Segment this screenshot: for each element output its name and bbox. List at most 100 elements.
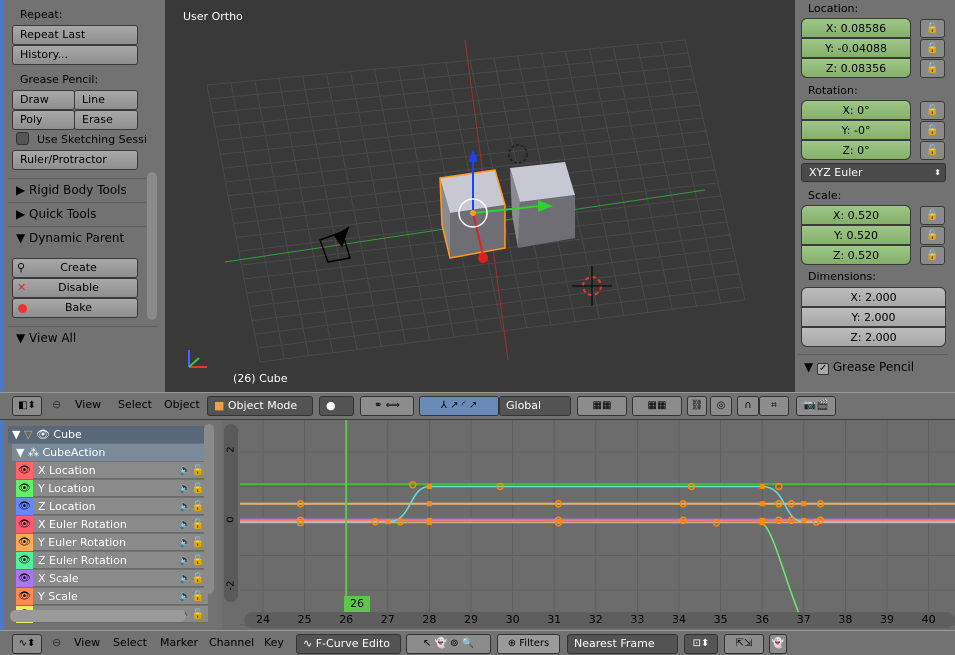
keyframe[interactable] [759, 484, 765, 489]
editor-type-3d-button[interactable]: ◧⬍ [12, 396, 42, 416]
checkbox-checked[interactable]: ✓ [817, 363, 830, 375]
keyframe[interactable] [759, 501, 765, 507]
eye-icon[interactable]: 👁 [16, 480, 33, 497]
layers-grid-2[interactable]: ▦▦ [632, 396, 682, 416]
scale-z-field[interactable]: Z: 0.520 [801, 245, 911, 265]
filters-button[interactable]: ⊕ Filters [497, 634, 560, 654]
menu-view[interactable]: View [74, 636, 100, 649]
erase-button[interactable]: Erase [74, 110, 138, 130]
3d-cursor-icon[interactable] [572, 266, 612, 306]
lock-layers-icon[interactable]: ⛓ [687, 396, 707, 416]
location-y-field[interactable]: Y: -0.04088 [801, 38, 911, 58]
location-x-field[interactable]: X: 0.08586 [801, 18, 911, 38]
ruler-button[interactable]: Ruler/Protractor [12, 150, 138, 170]
lock-icon[interactable]: 🔓 [920, 246, 945, 265]
lock-icon[interactable]: 🔓 [920, 121, 945, 140]
eye-icon[interactable]: 👁 [16, 462, 33, 479]
ghost-curves-icon[interactable]: 👻 [769, 634, 787, 654]
menu-marker[interactable]: Marker [160, 636, 198, 649]
channel-row[interactable]: 👁 Z Location 🔈🔓 [16, 498, 208, 515]
manipulator-buttons[interactable]: ⅄ ↗ ◜ ↗ [419, 396, 499, 416]
scale-y-field[interactable]: Y: 0.520 [801, 225, 911, 245]
editor-type-graph-button[interactable]: ∿⬍ [12, 634, 42, 654]
channel-row[interactable]: 👁 Y Euler Rotation 🔈🔓 [16, 534, 208, 551]
rotation-mode-dropdown[interactable]: XYZ Euler ⬍ [801, 163, 946, 182]
lock-icon[interactable]: 🔓 [920, 206, 945, 225]
channel-row[interactable]: 👁 Y Scale 🔈🔓 [16, 588, 208, 605]
channel-object-cube[interactable]: ▼ ▽ 👁 Cube [8, 426, 208, 443]
scale-x-field[interactable]: X: 0.520 [801, 205, 911, 225]
menu-key[interactable]: Key [264, 636, 284, 649]
keyframe[interactable] [426, 484, 432, 489]
line-button[interactable]: Line [74, 90, 138, 110]
eye-icon[interactable]: 👁 [16, 516, 33, 533]
rotation-z-field[interactable]: Z: 0° [801, 140, 911, 160]
keyframe[interactable] [759, 520, 765, 526]
pivot-point-dropdown[interactable]: ⊡⬍ [684, 634, 718, 654]
rotation-x-field[interactable]: X: 0° [801, 100, 911, 120]
menu-view[interactable]: View [75, 398, 101, 411]
location-z-field[interactable]: Z: 0.08356 [801, 58, 911, 78]
snap-element-dropdown[interactable]: ⌗ [759, 396, 789, 416]
mute-lock-icons[interactable]: 🔈🔓 [179, 462, 204, 479]
rotation-y-field[interactable]: Y: -0° [801, 120, 911, 140]
channel-row[interactable]: 👁 X Scale 🔈🔓 [16, 570, 208, 587]
lock-icon[interactable]: 🔓 [920, 226, 945, 245]
channel-action[interactable]: ▼ ⁂ CubeAction [12, 444, 208, 461]
mute-lock-icons[interactable]: 🔈🔓 [179, 588, 204, 605]
keyframe[interactable] [801, 501, 807, 507]
tool-shelf-scrollbar[interactable] [147, 172, 157, 320]
eye-icon[interactable]: 👁 [16, 570, 33, 587]
keyframe[interactable] [801, 517, 807, 523]
lock-icon[interactable]: 🔓 [920, 19, 945, 38]
keyframe[interactable] [426, 501, 432, 507]
section-grease-pencil[interactable]: ▼ ✓ Grease Pencil [798, 354, 948, 378]
lock-icon[interactable]: 🔓 [920, 39, 945, 58]
section-quick-tools[interactable]: ▶ Quick Tools [8, 202, 146, 224]
eye-icon[interactable]: 👁 [16, 588, 33, 605]
section-view-all[interactable]: ▼ View All [8, 326, 158, 348]
keyframe[interactable] [426, 519, 432, 525]
mute-lock-icons[interactable]: 🔈🔓 [179, 480, 204, 497]
mode-dropdown[interactable]: ■ Object Mode [207, 396, 313, 416]
bake-button[interactable]: Bake [12, 298, 138, 318]
auto-snap-dropdown[interactable]: Nearest Frame [567, 634, 678, 654]
create-button[interactable]: ⚲ Create [12, 258, 138, 278]
graph-mode-dropdown[interactable]: ∿ F-Curve Edito [296, 634, 401, 654]
graph-editor[interactable]: 2 0 -2 26 24 25 26 27 28 29 30 31 32 33 34 35 36 37 38… [220, 417, 955, 630]
pivot-dropdown[interactable]: ⚭ ⟺ [360, 396, 414, 416]
lock-icon[interactable]: 🔓 [920, 59, 945, 78]
copy-paste-buttons[interactable]: ⇱⇲ [724, 634, 764, 654]
lock-icon[interactable]: 🔓 [920, 101, 945, 120]
channel-row[interactable]: 👁 Z Euler Rotation 🔈🔓 [16, 552, 208, 569]
disable-button[interactable]: ✕ Disable [12, 278, 138, 298]
history-button[interactable]: History... [12, 45, 138, 65]
current-frame-indicator[interactable]: 26 [344, 596, 370, 612]
orientation-dropdown[interactable]: Global [499, 396, 571, 416]
keyframe[interactable] [385, 519, 391, 525]
shading-dropdown[interactable]: ● [319, 396, 354, 416]
eye-icon[interactable]: 👁 [16, 498, 33, 515]
visibility-buttons[interactable]: ↖ 👻 ⊚ 🔍 [406, 634, 491, 654]
eye-icon[interactable]: 👁 [36, 428, 50, 441]
dimension-z-field[interactable]: Z: 2.000 [801, 327, 946, 347]
menu-select[interactable]: Select [118, 398, 152, 411]
section-rigid-body-tools[interactable]: ▶ Rigid Body Tools [8, 178, 146, 200]
channel-row[interactable]: 👁 X Euler Rotation 🔈🔓 [16, 516, 208, 533]
lock-icon[interactable]: 🔓 [920, 141, 945, 160]
render-buttons[interactable]: 📷🎬 [796, 396, 836, 416]
mute-lock-icons[interactable]: 🔈🔓 [179, 570, 204, 587]
channel-hscrollbar[interactable] [10, 610, 186, 622]
section-dynamic-parent[interactable]: ▼ Dynamic Parent [8, 226, 146, 248]
proportional-edit-icon[interactable]: ◎ [710, 396, 732, 416]
dimension-x-field[interactable]: X: 2.000 [801, 287, 946, 307]
menu-object[interactable]: Object [164, 398, 200, 411]
layers-grid-1[interactable]: ▦▦ [577, 396, 627, 416]
menu-select[interactable]: Select [113, 636, 147, 649]
collapse-menu-icon[interactable]: ⊖ [52, 398, 61, 411]
mute-lock-icons[interactable]: 🔈🔓 [179, 516, 204, 533]
menu-channel[interactable]: Channel [209, 636, 254, 649]
channel-row[interactable]: 👁 X Location 🔈🔓 [16, 462, 208, 479]
mute-lock-icons[interactable]: 🔈🔓 [179, 552, 204, 569]
eye-icon[interactable]: 👁 [16, 534, 33, 551]
